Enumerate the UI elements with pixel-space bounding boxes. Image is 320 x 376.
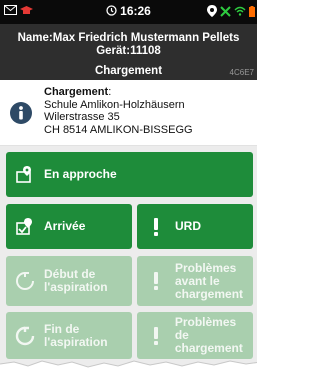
app-screen: 16:26 Name:Max Friedrich Mustermann Pell… xyxy=(0,0,257,376)
urd-button[interactable]: URD xyxy=(137,204,253,249)
address-line-2: Wilerstrasse 35 xyxy=(44,111,120,123)
loading-circle-icon xyxy=(12,271,38,291)
exclamation-icon xyxy=(143,217,169,237)
suction-end-label: Fin de l'aspiration xyxy=(44,321,108,349)
torn-edge xyxy=(0,360,257,376)
refresh-icon xyxy=(12,326,38,346)
info-label-colon: : xyxy=(108,86,112,98)
problems-loading-button[interactable]: Problèmes de chargement xyxy=(137,312,253,359)
driver-name: Name:Max Friedrich Mustermann Pellets xyxy=(17,32,240,44)
battery-icon xyxy=(249,5,255,17)
info-label: Chargement xyxy=(44,86,109,98)
address-line-1: Schule Amlikon-Holzhäusern xyxy=(44,98,185,111)
suction-end-line2: l'aspiration xyxy=(44,334,108,349)
map-pin-icon xyxy=(12,165,38,185)
action-button-grid: En approche Arrivée URD Début de l'aspir… xyxy=(0,146,257,376)
problems-before-line3: chargement xyxy=(175,286,244,301)
suction-end-line1: Fin de xyxy=(44,321,80,336)
exclamation-icon xyxy=(143,271,169,291)
suction-start-label: Début de l'aspiration xyxy=(44,268,108,294)
no-signal-icon xyxy=(220,5,231,17)
clock-time: 16:26 xyxy=(120,4,151,18)
problems-before-loading-button[interactable]: Problèmes avant le chargement xyxy=(137,256,253,306)
urd-label: URD xyxy=(175,219,201,233)
loading-info-panel: Chargement: Schule Amlikon-Holzhäusern W… xyxy=(0,80,257,146)
suction-start-line2: l'aspiration xyxy=(44,280,108,294)
approach-button[interactable]: En approche xyxy=(6,152,253,197)
problems-before-label: Problèmes avant le chargement xyxy=(175,260,244,301)
info-icon xyxy=(10,102,32,129)
problems-before-line2: avant le xyxy=(175,273,220,288)
arrival-label: Arrivée xyxy=(44,219,86,233)
wifi-icon xyxy=(234,6,246,16)
address-line-3: CH 8514 AMLIKON-BISSEGG xyxy=(44,123,193,136)
approach-label: En approche xyxy=(44,167,117,181)
suction-start-button[interactable]: Début de l'aspiration xyxy=(6,256,132,306)
alarm-icon xyxy=(106,5,117,16)
loading-address: Chargement: Schule Amlikon-Holzhäusern W… xyxy=(44,86,193,136)
arrival-icon xyxy=(12,217,38,237)
suction-end-button[interactable]: Fin de l'aspiration xyxy=(6,312,132,359)
problems-before-line1: Problèmes xyxy=(175,260,237,275)
page-title: Chargement xyxy=(94,65,163,77)
problems-loading-label: Problèmes de chargement xyxy=(175,316,253,355)
status-bar: 16:26 xyxy=(0,0,257,24)
arrival-button[interactable]: Arrivée xyxy=(6,204,132,249)
exclamation-icon xyxy=(143,326,169,346)
problems-loading-line1: Problèmes de xyxy=(174,315,237,342)
status-right-icons xyxy=(207,5,255,17)
version-code: 4C6E7 xyxy=(229,68,254,77)
location-icon xyxy=(207,5,217,17)
device-number: Gerät:11108 xyxy=(96,45,161,57)
app-header: Name:Max Friedrich Mustermann Pellets Ge… xyxy=(0,24,257,80)
